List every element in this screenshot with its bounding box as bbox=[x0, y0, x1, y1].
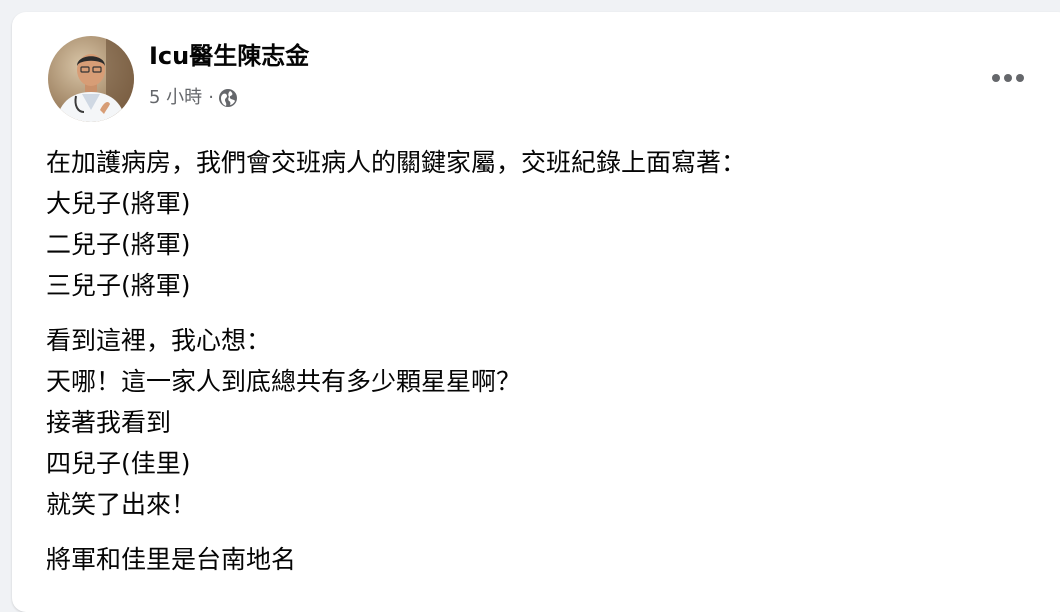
author-name[interactable]: Icu醫生陳志金 bbox=[149, 40, 309, 72]
post-text-line: 將軍和佳里是台南地名 bbox=[46, 545, 297, 574]
post-text-line: 天哪！這一家人到底總共有多少顆星星啊？ bbox=[46, 367, 522, 396]
post-text-line: 接著我看到 bbox=[46, 408, 172, 437]
post-text-line: 三兒子(將軍) bbox=[46, 271, 191, 300]
post-card: Icu醫生陳志金 5 小時 · 在加護病房，我們會交班病人的關鍵家屬，交班紀錄上… bbox=[12, 12, 1060, 612]
post-text-line: 就笑了出來！ bbox=[46, 490, 197, 519]
post-paragraph: 將軍和佳里是台南地名 bbox=[46, 539, 1026, 580]
post-text-line: 二兒子(將軍) bbox=[46, 230, 191, 259]
post-body: 在加護病房，我們會交班病人的關鍵家屬，交班紀錄上面寫著： 大兒子(將軍) 二兒子… bbox=[46, 142, 1026, 580]
avatar-photo bbox=[48, 36, 134, 122]
meta-separator: · bbox=[208, 87, 214, 108]
post-timestamp[interactable]: 5 小時 bbox=[149, 86, 202, 110]
post-paragraph: 看到這裡，我心想： 天哪！這一家人到底總共有多少顆星星啊？ 接著我看到 四兒子(… bbox=[46, 320, 1026, 525]
post-text-line: 在加護病房，我們會交班病人的關鍵家屬，交班紀錄上面寫著： bbox=[46, 148, 747, 177]
post-meta: 5 小時 · bbox=[149, 86, 238, 110]
post-text-line: 大兒子(將軍) bbox=[46, 189, 191, 218]
more-options-icon[interactable] bbox=[980, 64, 1036, 92]
globe-icon[interactable] bbox=[218, 88, 238, 108]
post-text-line: 看到這裡，我心想： bbox=[46, 326, 272, 355]
post-paragraph: 在加護病房，我們會交班病人的關鍵家屬，交班紀錄上面寫著： 大兒子(將軍) 二兒子… bbox=[46, 142, 1026, 306]
author-avatar[interactable] bbox=[48, 36, 134, 122]
post-text-line: 四兒子(佳里) bbox=[46, 449, 191, 478]
